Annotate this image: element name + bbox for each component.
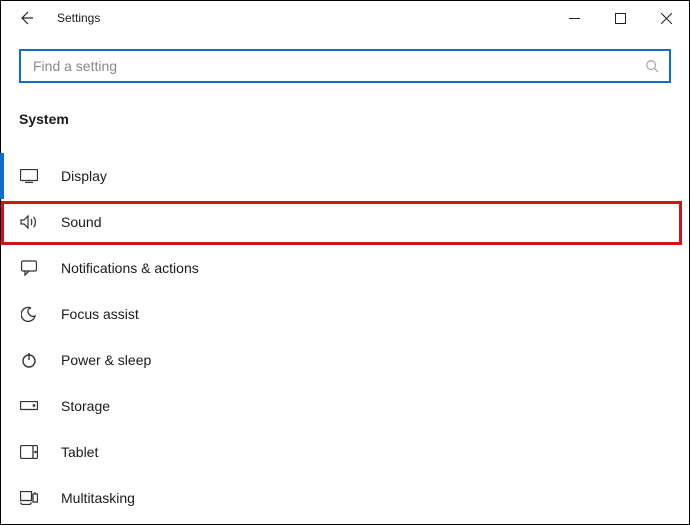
minimize-icon [569, 13, 580, 24]
search-input[interactable] [31, 57, 645, 75]
power-icon [19, 350, 39, 370]
display-icon [19, 166, 39, 186]
nav-label: Display [61, 168, 107, 184]
nav-label: Focus assist [61, 306, 139, 322]
back-button[interactable] [9, 1, 43, 35]
nav-label: Storage [61, 398, 110, 414]
minimize-button[interactable] [551, 1, 597, 35]
focus-assist-icon [19, 304, 39, 324]
nav-label: Sound [61, 214, 101, 230]
section-heading-system: System [19, 111, 671, 127]
search-box[interactable] [19, 49, 671, 83]
nav-list: Display Sound Notifications & actions [19, 153, 671, 521]
notifications-icon [19, 258, 39, 278]
nav-label: Notifications & actions [61, 260, 199, 276]
tablet-icon [19, 442, 39, 462]
content-area: System Display Sound Notificatio [1, 35, 689, 521]
sound-icon [19, 212, 39, 232]
window-controls [551, 1, 689, 35]
window-title: Settings [57, 11, 100, 25]
multitasking-icon [19, 488, 39, 508]
maximize-icon [615, 13, 626, 24]
nav-item-display[interactable]: Display [19, 153, 671, 199]
nav-label: Tablet [61, 444, 98, 460]
close-icon [661, 13, 672, 24]
nav-item-storage[interactable]: Storage [19, 383, 671, 429]
nav-item-multitasking[interactable]: Multitasking [19, 475, 671, 521]
nav-item-focus-assist[interactable]: Focus assist [19, 291, 671, 337]
nav-item-notifications[interactable]: Notifications & actions [19, 245, 671, 291]
close-button[interactable] [643, 1, 689, 35]
maximize-button[interactable] [597, 1, 643, 35]
nav-label: Power & sleep [61, 352, 151, 368]
back-arrow-icon [18, 10, 34, 26]
nav-item-tablet[interactable]: Tablet [19, 429, 671, 475]
active-indicator [0, 153, 4, 199]
titlebar: Settings [1, 1, 689, 35]
search-icon [645, 59, 659, 73]
storage-icon [19, 396, 39, 416]
nav-label: Multitasking [61, 490, 135, 506]
nav-item-sound[interactable]: Sound [19, 199, 671, 245]
nav-item-power-sleep[interactable]: Power & sleep [19, 337, 671, 383]
